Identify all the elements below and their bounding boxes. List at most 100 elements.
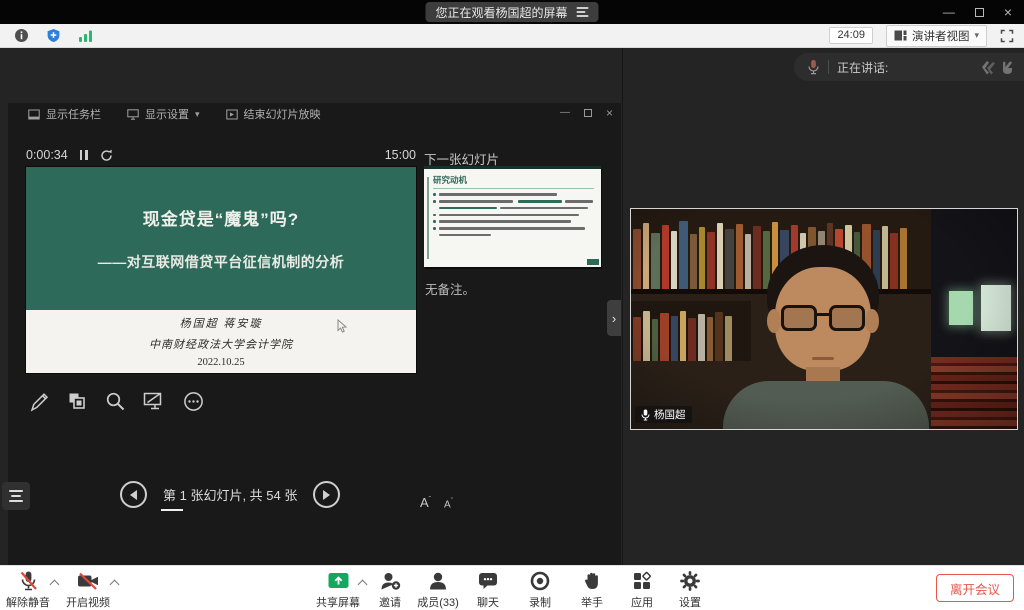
ppt-close-button[interactable]: ×	[606, 107, 613, 119]
view-mode-label: 演讲者视图	[912, 28, 970, 44]
preview-bullet-line	[433, 220, 594, 223]
shared-screen-ppt-window: 显示任务栏 显示设置 ▾ 结束幻灯片放映 — ×	[8, 103, 621, 569]
show-taskbar-menu[interactable]: 显示任务栏	[28, 106, 101, 122]
display-settings-menu[interactable]: 显示设置 ▾	[127, 106, 200, 122]
security-shield-icon[interactable]	[46, 28, 61, 43]
panel-expand-handle[interactable]: ›	[607, 300, 621, 336]
current-slide[interactable]: 现金贷是“魔鬼”吗? ——对互联网借贷平台征信机制的分析 杨国超 蒋安璇 中南财…	[26, 167, 416, 373]
slide-affiliation: 中南财经政法大学会计学院	[149, 336, 293, 352]
end-slideshow-menu[interactable]: 结束幻灯片放映	[226, 106, 321, 122]
unmute-button[interactable]: 解除静音	[0, 570, 60, 610]
minimize-button[interactable]: —	[943, 6, 955, 18]
stage-divider	[622, 48, 623, 565]
ppt-maximize-button[interactable]	[584, 109, 592, 117]
close-button[interactable]: ×	[1004, 5, 1012, 19]
leave-meeting-button[interactable]: 离开会议	[936, 574, 1014, 602]
participant-video-tile[interactable]: 杨国超	[630, 208, 1018, 430]
preview-accent-corner	[587, 259, 599, 265]
total-time: 15:00	[385, 148, 416, 162]
zoom-slide-icon[interactable]	[104, 390, 127, 413]
slide-counter: 第 1 张幻灯片, 共 54 张	[159, 485, 301, 504]
pause-timer-icon[interactable]	[80, 150, 88, 160]
preview-bullet-line	[433, 200, 594, 203]
info-icon[interactable]	[14, 28, 29, 43]
ppt-window-controls: — ×	[560, 107, 613, 119]
invite-label: 邀请	[379, 594, 401, 610]
floating-menu-button[interactable]	[2, 482, 30, 510]
decrease-font-button[interactable]: Aˇ	[444, 498, 453, 510]
restart-timer-icon[interactable]	[100, 149, 113, 162]
speaking-label: 正在讲话:	[837, 59, 970, 76]
increase-font-button[interactable]: Aˆ	[420, 495, 431, 510]
next-slide-button[interactable]	[313, 481, 340, 508]
apps-label: 应用	[631, 594, 653, 610]
participant-name: 杨国超	[654, 407, 686, 422]
speaker-notes: 无备注。	[425, 279, 475, 298]
display-settings-label: 显示设置	[145, 106, 189, 122]
display-settings-caret-icon: ▾	[195, 109, 200, 120]
network-signal-icon[interactable]	[78, 29, 93, 43]
participant-name-chip: 杨国超	[635, 406, 692, 423]
video-options-caret[interactable]	[111, 579, 119, 587]
speaking-divider	[828, 60, 829, 74]
ppt-minimize-button[interactable]: —	[560, 108, 570, 118]
slide-subtitle: ——对互联网借贷平台征信机制的分析	[98, 252, 345, 272]
participant-mic-icon	[641, 409, 650, 421]
all-slides-icon[interactable]	[66, 390, 89, 413]
members-person-icon	[427, 570, 449, 592]
mouse-cursor	[337, 319, 348, 334]
preview-bullet-line	[433, 214, 594, 217]
invite-person-icon	[379, 570, 402, 592]
speaking-indicator-bar: 正在讲话:	[794, 53, 1024, 81]
view-mode-selector[interactable]: 演讲者视图 ▾	[886, 25, 987, 47]
share-screen-icon	[327, 570, 350, 592]
end-slideshow-label: 结束幻灯片放映	[244, 106, 321, 122]
taskbar-icon	[28, 109, 40, 120]
fullscreen-icon[interactable]	[1000, 29, 1014, 43]
next-slide-title: 研究动机	[433, 174, 594, 189]
slide-title-area: 现金贷是“魔鬼”吗? ——对互联网借贷平台征信机制的分析	[26, 167, 416, 310]
settings-label: 设置	[679, 594, 701, 610]
show-taskbar-label: 显示任务栏	[46, 106, 101, 122]
meeting-toolbar-right: 24:09 演讲者视图 ▾	[829, 25, 1024, 47]
next-slide-preview[interactable]: 研究动机	[424, 166, 601, 267]
raise-hand-label: 举手	[581, 594, 603, 610]
pen-tool-icon[interactable]	[28, 390, 51, 413]
chevron-right-icon: ›	[612, 311, 616, 326]
slide-credits-area: 杨国超 蒋安璇 中南财经政法大学会计学院 2022.10.25	[26, 310, 416, 373]
banner-menu-icon[interactable]	[577, 7, 589, 17]
window-controls: — ×	[943, 0, 1018, 24]
elapsed-time: 0:00:34	[26, 148, 68, 162]
more-options-icon[interactable]	[182, 390, 205, 413]
video-vignette	[631, 209, 1017, 429]
window-titlebar: 您正在观看杨国超的屏幕 — ×	[0, 0, 1024, 24]
slide-navigation: 第 1 张幻灯片, 共 54 张	[120, 481, 340, 508]
meeting-controls-bar: 解除静音 开启视频 共享屏幕 邀请 成员(33)	[0, 565, 1024, 610]
chat-bubble-icon	[477, 570, 499, 592]
raise-hand-icon	[581, 570, 603, 592]
apps-grid-icon	[631, 570, 653, 592]
record-label: 录制	[529, 594, 551, 610]
notes-font-controls: Aˆ Aˇ	[420, 495, 453, 510]
camera-off-icon	[76, 570, 100, 592]
speaking-mic-icon	[807, 59, 820, 75]
settings-button[interactable]: 设置	[658, 570, 722, 610]
reaction-hands-icon[interactable]	[978, 59, 1014, 75]
maximize-button[interactable]	[975, 8, 984, 17]
slide-date: 2022.10.25	[197, 357, 244, 368]
meeting-stage: 正在讲话: 显示任务栏	[0, 48, 1024, 565]
previous-slide-button[interactable]	[120, 481, 147, 508]
record-icon	[529, 570, 551, 592]
leave-meeting-label: 离开会议	[950, 579, 1000, 598]
chat-label: 聊天	[477, 594, 499, 610]
settings-gear-icon	[679, 570, 701, 592]
end-slideshow-icon	[226, 109, 238, 120]
preview-bullet-line	[433, 193, 594, 196]
viewing-banner[interactable]: 您正在观看杨国超的屏幕	[425, 2, 598, 22]
share-screen-label: 共享屏幕	[316, 594, 360, 610]
muted-mic-icon	[17, 570, 40, 592]
preview-bullet-line	[433, 207, 594, 210]
view-mode-caret-icon: ▾	[974, 30, 979, 41]
black-screen-icon[interactable]	[142, 390, 167, 413]
start-video-button[interactable]: 开启视频	[56, 570, 120, 610]
